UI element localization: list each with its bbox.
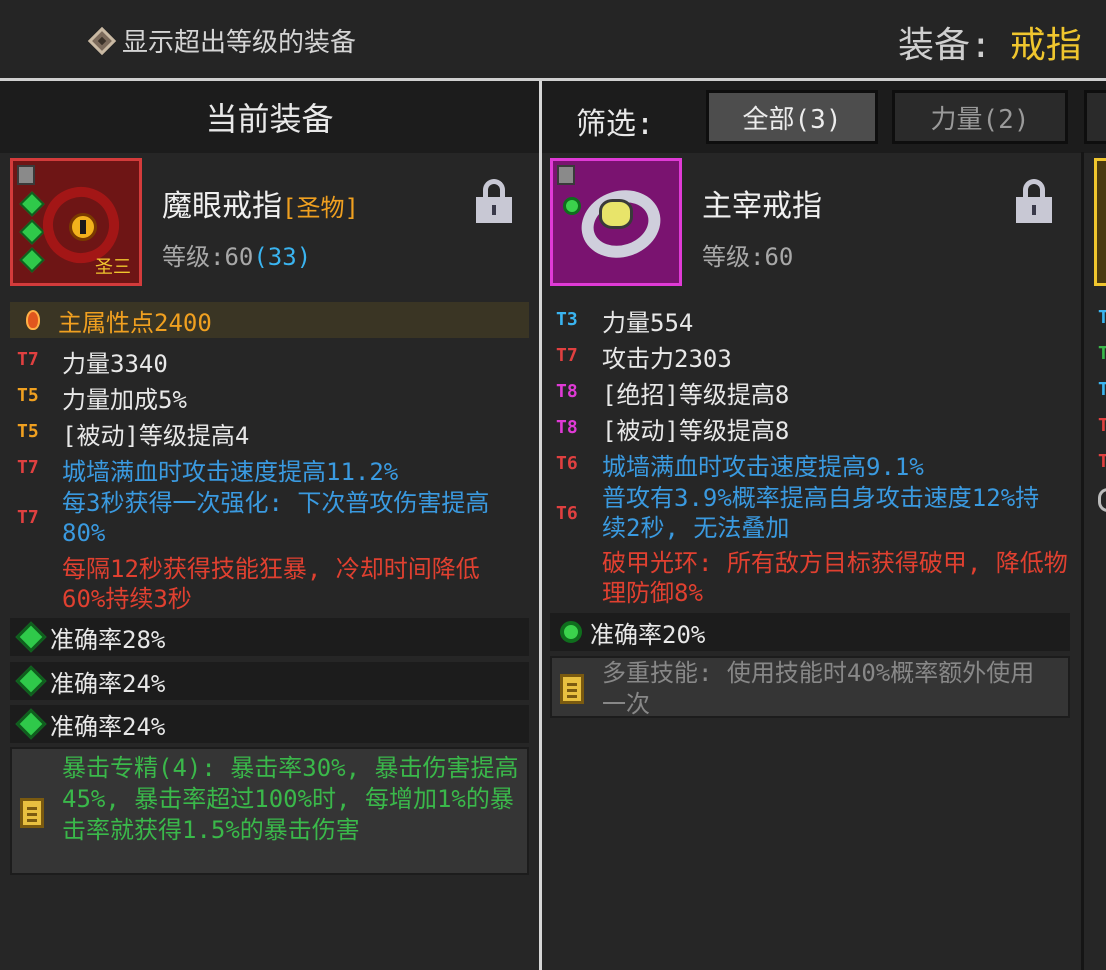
filter-tab-strength[interactable]: 力量(2) (892, 90, 1068, 144)
gem-icon (15, 665, 47, 697)
scroll-icon (20, 798, 44, 828)
current-item-level: 等级:60(33) (162, 243, 312, 271)
gem-row: 准确率24% (10, 662, 529, 700)
skill-text: 暴击专精(4): 暴击率30%, 暴击伤害提高45%, 暴击率超过100%时, … (62, 754, 519, 844)
diamond-checkbox-icon[interactable] (87, 26, 117, 55)
tier-label: T7 (556, 345, 578, 366)
level-bonus: (33) (253, 243, 312, 271)
gem-stat: 准确率24% (50, 712, 166, 741)
clipped-item-icon[interactable] (1094, 158, 1106, 286)
stat-line: 力量加成5% (62, 386, 187, 414)
filter-tab-clipped[interactable] (1084, 90, 1106, 144)
stat-line: [被动]等级提高8 (602, 417, 790, 445)
eye-gem-icon (69, 213, 97, 241)
stat-line: 力量3340 (62, 350, 168, 378)
stat-line: [被动]等级提高4 (62, 422, 250, 450)
current-equipment-title: 当前装备 (205, 100, 334, 138)
tier-label: T8 (556, 417, 578, 438)
equipment-slot-value: 戒指 (1009, 25, 1082, 66)
candidate-item-icon[interactable] (550, 158, 682, 286)
gem-row: 准确率28% (10, 618, 529, 656)
candidate-equipment-panel: 筛选: 全部(3) 力量(2) 主宰戒指 等级:60 T3 力量554 T7 攻… (542, 81, 1106, 970)
socket-orb-icon (563, 197, 581, 215)
tier-label: T (1098, 343, 1106, 364)
current-equipment-panel: 当前装备 圣三 魔眼戒指[圣物] 等级:60(33) 主属性点2400 T7 力… (0, 81, 539, 970)
tier-label: T (1098, 307, 1106, 328)
tier-label: T5 (17, 385, 39, 406)
stat-line: 攻击力2303 (602, 345, 732, 373)
gem-row: 准确率20% (550, 613, 1070, 651)
tier-label: T7 (17, 457, 39, 478)
lock-icon[interactable] (476, 179, 512, 223)
current-item-name: 魔眼戒指[圣物] (162, 189, 359, 224)
lock-icon[interactable] (1016, 179, 1052, 223)
main-stat-row: 主属性点2400 (10, 302, 529, 338)
scroll-icon (560, 674, 584, 704)
rarity-label: [圣物] (282, 194, 359, 222)
ring-stone-icon (599, 199, 633, 229)
small-lock-badge-icon (17, 165, 35, 185)
show-over-level-toggle[interactable]: 显示超出等级的装备 (87, 22, 357, 59)
filter-label: 筛选: (576, 107, 655, 142)
tier-label: T6 (556, 453, 578, 474)
fire-icon (26, 310, 40, 330)
tier-label: T8 (556, 381, 578, 402)
tier-label: T (1098, 415, 1106, 436)
gem-orb-icon (560, 621, 582, 643)
gem-icon (15, 708, 47, 740)
skill-text: 多重技能: 使用技能时40%概率额外使用一次 (602, 659, 1035, 718)
show-over-level-label: 显示超出等级的装备 (122, 28, 357, 58)
tier-label: T7 (17, 507, 39, 528)
tier-label: T5 (17, 421, 39, 442)
current-item-icon[interactable]: 圣三 (10, 158, 142, 286)
column-divider (1081, 152, 1084, 970)
tier-label: T3 (556, 309, 578, 330)
filter-header: 筛选: 全部(3) 力量(2) (542, 81, 1106, 153)
equipment-label: 装备: (898, 25, 992, 66)
stat-line: 每3秒获得一次强化: 下次普攻伤害提高80% (62, 489, 490, 547)
candidate-item-level: 等级:60 (702, 243, 794, 271)
special-effect-text: 每隔12秒获得技能狂暴, 冷却时间降低60%持续3秒 (62, 555, 480, 613)
small-lock-badge-icon (557, 165, 575, 185)
stat-line: 普攻有3.9%概率提高自身攻击速度12%持续2秒, 无法叠加 (602, 484, 1040, 542)
socket-gem-icon (19, 247, 45, 273)
main-stat-label: 主属性点2400 (58, 308, 212, 337)
stat-line: 城墙满血时攻击速度提高11.2% (62, 458, 399, 486)
gem-icon (15, 621, 47, 653)
filter-tab-all[interactable]: 全部(3) (706, 90, 878, 144)
stat-line: 力量554 (602, 309, 694, 337)
stat-line: [绝招]等级提高8 (602, 381, 790, 409)
socket-gem-icon (19, 219, 45, 245)
gem-row: 准确率24% (10, 705, 529, 743)
equipment-slot-title: 装备: 戒指 (898, 16, 1082, 68)
candidate-item-name: 主宰戒指 (702, 189, 822, 224)
socket-gem-icon (19, 191, 45, 217)
tier-label: T7 (17, 349, 39, 370)
skill-box: 暴击专精(4): 暴击率30%, 暴击伤害提高45%, 暴击率超过100%时, … (10, 747, 529, 875)
tier-label: T (1098, 451, 1106, 472)
tier-label: T6 (556, 503, 578, 524)
stat-line: 城墙满血时攻击速度提高9.1% (602, 453, 924, 481)
gem-stat: 准确率24% (50, 669, 166, 698)
skill-box: 多重技能: 使用技能时40%概率额外使用一次 (550, 656, 1070, 718)
special-effect-text: 破甲光环: 所有敌方目标获得破甲, 降低物理防御8% (602, 549, 1068, 607)
gem-stat: 准确率20% (590, 620, 706, 649)
current-equipment-header: 当前装备 (0, 81, 539, 153)
tier-label: T (1098, 379, 1106, 400)
gem-stat: 准确率28% (50, 625, 166, 654)
holy-badge: 圣三 (95, 257, 131, 278)
